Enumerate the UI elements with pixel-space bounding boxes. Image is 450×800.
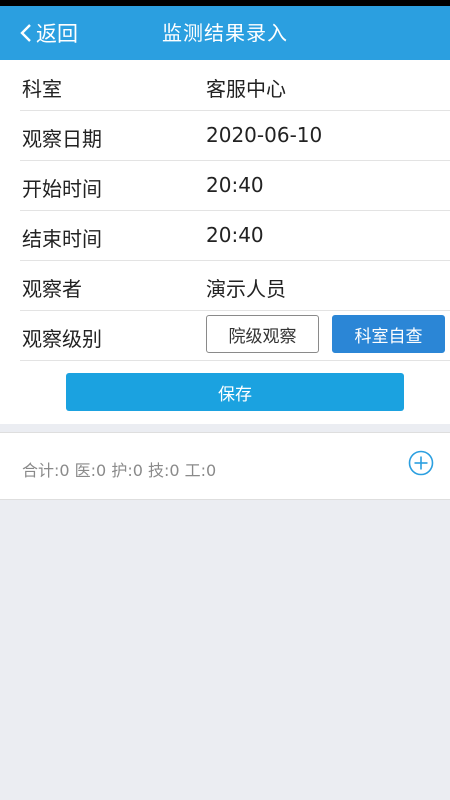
start-time-value: 20:40 (206, 173, 264, 197)
observe-level-label: 观察级别 (22, 327, 102, 351)
level-department-button[interactable]: 科室自查 (332, 315, 445, 353)
row-end-time[interactable]: 结束时间 20:40 (20, 211, 450, 261)
level-hospital-button[interactable]: 院级观察 (206, 315, 319, 353)
start-time-label: 开始时间 (22, 177, 102, 201)
page-title: 监测结果录入 (162, 21, 288, 45)
end-time-value: 20:40 (206, 223, 264, 247)
summary-counts: 合计:0 医:0 护:0 技:0 工:0 (22, 461, 217, 480)
observe-date-value: 2020-06-10 (206, 123, 323, 147)
department-value: 客服中心 (206, 77, 286, 101)
department-label: 科室 (22, 77, 62, 101)
row-observer[interactable]: 观察者 演示人员 (20, 261, 450, 311)
save-button[interactable]: 保存 (66, 373, 404, 411)
summary-bar: 合计:0 医:0 护:0 技:0 工:0 (0, 432, 450, 500)
observer-label: 观察者 (22, 277, 82, 301)
row-department[interactable]: 科室 客服中心 (20, 61, 450, 111)
row-start-time[interactable]: 开始时间 20:40 (20, 161, 450, 211)
nav-bar: 返回 监测结果录入 (0, 6, 450, 60)
observer-value: 演示人员 (206, 277, 286, 301)
observe-date-label: 观察日期 (22, 127, 102, 151)
add-circle-icon[interactable] (408, 450, 434, 476)
form-panel: 科室 客服中心 观察日期 2020-06-10 开始时间 20:40 结束时间 … (0, 60, 450, 424)
row-observe-date[interactable]: 观察日期 2020-06-10 (20, 111, 450, 161)
end-time-label: 结束时间 (22, 227, 102, 251)
